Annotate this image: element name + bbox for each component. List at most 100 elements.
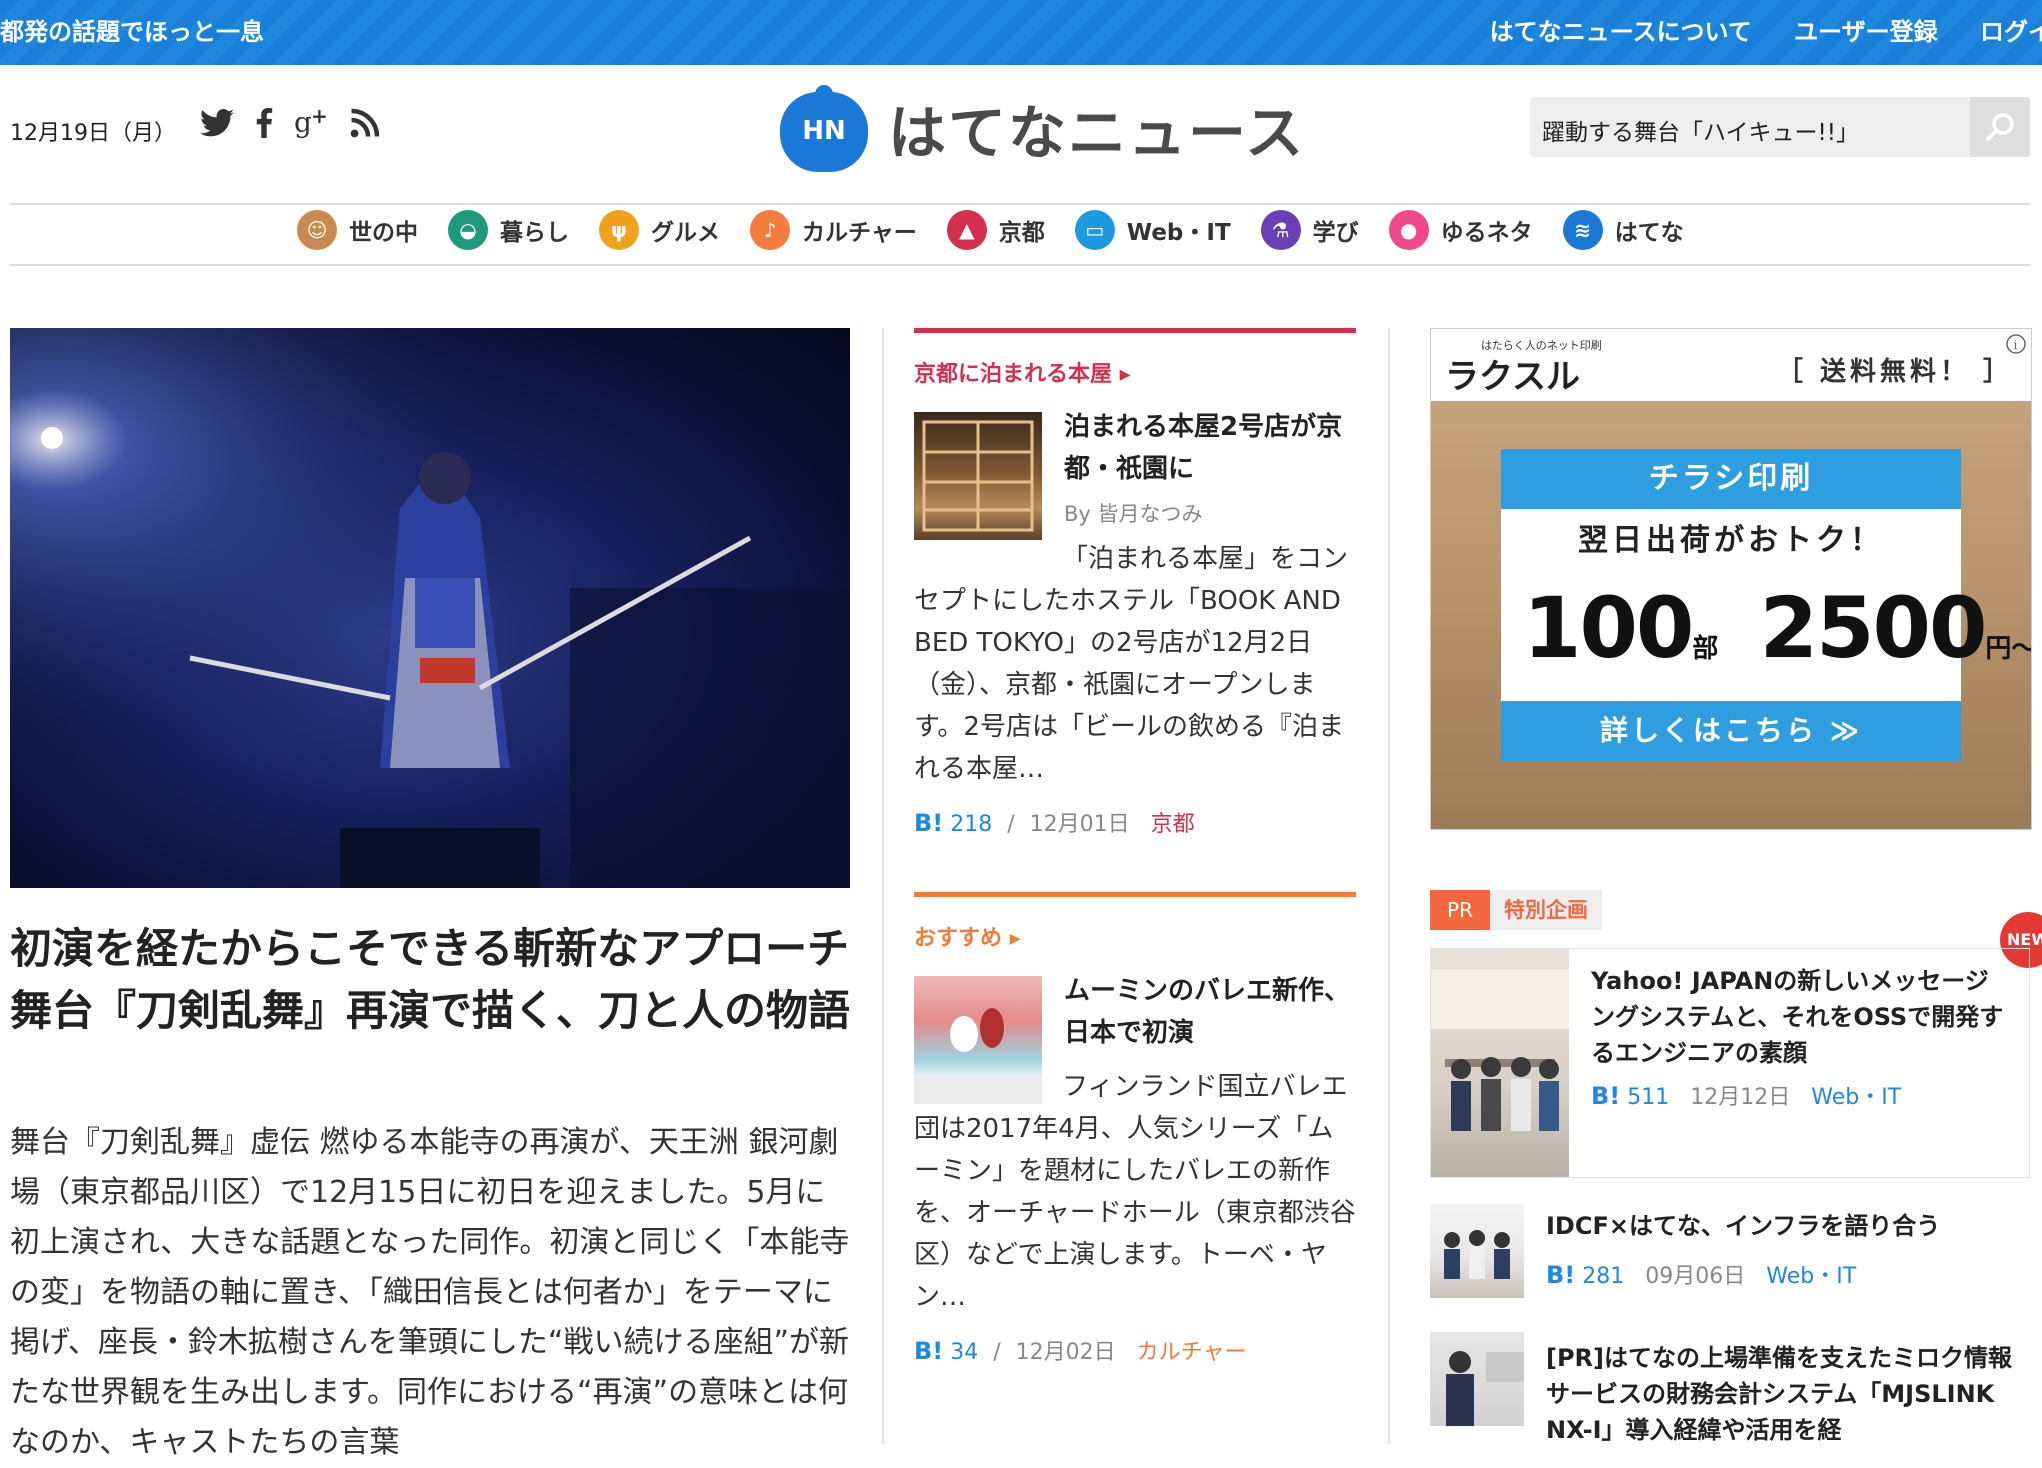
- hatena-icon: ≋: [1562, 210, 1603, 250]
- search-icon: [1986, 113, 2014, 141]
- stage-illustration: [10, 328, 850, 888]
- bookmark-count[interactable]: 34: [950, 1340, 978, 1365]
- header-divider: [10, 203, 2030, 205]
- site-tagline: 都発の話題でほっと一息: [0, 18, 264, 46]
- pr-item-title[interactable]: [PR]はてなの上場準備を支えたミロク情報サービスの財務会計システム「MJSLI…: [1546, 1340, 2026, 1448]
- ad-brand-logo: ラクスル: [1445, 357, 1580, 397]
- lead-article-image[interactable]: [10, 328, 850, 888]
- people-icon: ☺: [297, 210, 337, 250]
- logo-wordmark: はてなニュース: [888, 99, 1306, 167]
- category-nav: ☺ 世の中 ◒ 暮らし ψ グルメ ♪ カルチャー ▲ 京都 ▭ Web・IT …: [297, 210, 1714, 250]
- nav-item-hatena[interactable]: ≋ はてな: [1562, 210, 1684, 250]
- rss-icon[interactable]: [350, 108, 380, 138]
- article-date: 12月01日: [1029, 812, 1130, 837]
- nav-item-yuruneta[interactable]: ● ゆるネタ: [1388, 210, 1533, 250]
- current-date: 12月19日（月）: [10, 121, 176, 146]
- cutlery-icon: ψ: [599, 210, 639, 250]
- nav-item-society[interactable]: ☺ 世の中: [297, 210, 418, 250]
- cat-icon: ●: [1388, 210, 1429, 250]
- twitter-icon[interactable]: [200, 108, 234, 138]
- ad-price: 100部 2500円～［税抜］: [1523, 579, 2031, 677]
- logo-badge-icon: HN: [778, 82, 870, 174]
- team-photo-illustration: [1431, 969, 1569, 1131]
- ad-subheadline: 翌日出荷がおトク！: [1578, 523, 1884, 558]
- article-title[interactable]: ムーミンのバレエ新作、日本で初演: [1064, 970, 1356, 1054]
- column-divider: [1388, 328, 1390, 1444]
- featured-pr-meta: B! 511 12月12日 Web・IT: [1591, 1079, 1901, 1111]
- article-category[interactable]: Web・IT: [1811, 1085, 1901, 1110]
- featured-pr-title[interactable]: Yahoo! JAPANの新しいメッセージングシステムと、それをOSSで開発する…: [1591, 963, 2011, 1071]
- special-feature-label[interactable]: 特別企画: [1490, 890, 1602, 930]
- pr-item-title[interactable]: IDCF×はてな、インフラを語り合う: [1546, 1208, 2026, 1244]
- ad-quantity-unit: 部: [1692, 634, 1719, 664]
- ad-free-shipping: ［ 送料無料！ ］: [1776, 357, 2013, 387]
- article-title[interactable]: 泊まれる本屋2号店が京都・祇園に: [1064, 406, 1356, 490]
- search-input[interactable]: 躍動する舞台「ハイキュー!!」: [1542, 113, 1859, 147]
- pot-icon: ◒: [448, 210, 488, 250]
- nav-label: グルメ: [651, 220, 720, 246]
- article-meta: B! 34 / 12月02日 カルチャー: [914, 1334, 1246, 1366]
- pr-item-image[interactable]: [1430, 1204, 1524, 1298]
- social-links: g +: [200, 108, 380, 138]
- monitor-icon: ▭: [1074, 210, 1115, 250]
- nav-item-living[interactable]: ◒ 暮らし: [448, 210, 569, 250]
- login-link[interactable]: ログイ: [1980, 18, 2042, 46]
- article-category[interactable]: カルチャー: [1137, 1340, 1247, 1365]
- pr-tag: PR: [1430, 890, 1490, 930]
- facebook-icon[interactable]: [254, 108, 274, 138]
- site-logo[interactable]: HN はてなニュース: [778, 82, 1305, 174]
- bookshelf-illustration: [922, 420, 1034, 532]
- pr-item-meta: B! 281 09月06日 Web・IT: [1546, 1258, 1856, 1290]
- bookmark-count[interactable]: 218: [950, 812, 992, 837]
- nav-label: ゆるネタ: [1440, 220, 1533, 246]
- nav-label: カルチャー: [802, 220, 917, 246]
- logo-badge-text: HN: [802, 116, 846, 146]
- nav-item-kyoto[interactable]: ▲ 京都: [946, 210, 1045, 250]
- nav-item-culture[interactable]: ♪ カルチャー: [750, 210, 917, 250]
- nav-label: 暮らし: [500, 220, 569, 246]
- register-link[interactable]: ユーザー登録: [1794, 18, 1938, 46]
- article-date: 12月12日: [1690, 1085, 1791, 1110]
- nav-label: 京都: [998, 220, 1045, 246]
- article-date: 12月02日: [1015, 1340, 1116, 1365]
- section-rule: [914, 328, 1356, 333]
- article-meta: B! 218 / 12月01日 京都: [914, 806, 1195, 838]
- search-button[interactable]: [1970, 97, 2030, 157]
- google-plus-icon[interactable]: g +: [294, 108, 330, 138]
- nav-item-gourmet[interactable]: ψ グルメ: [599, 210, 720, 250]
- ad-cta-button[interactable]: 詳しくはこちら ≫: [1501, 701, 1961, 761]
- search-box[interactable]: 躍動する舞台「ハイキュー!!」: [1530, 97, 2030, 157]
- ad-info-icon[interactable]: i: [2005, 333, 2027, 355]
- top-links: はてなニュースについて ユーザー登録 ログイ: [1456, 12, 2042, 47]
- section-heading-kyoto[interactable]: 京都に泊まれる本屋 ▸: [914, 356, 1131, 388]
- article-date: 09月06日: [1645, 1264, 1746, 1289]
- svg-text:+: +: [311, 108, 328, 128]
- pr-section-header: PR 特別企画: [1430, 890, 1602, 930]
- bookmark-icon[interactable]: B!: [914, 809, 943, 837]
- featured-pr-card[interactable]: Yahoo! JAPANの新しいメッセージングシステムと、それをOSSで開発する…: [1430, 948, 2030, 1178]
- section-heading-recommended[interactable]: おすすめ ▸: [914, 920, 1021, 952]
- pr-item-image[interactable]: [1430, 1332, 1524, 1426]
- advertisement-banner[interactable]: はたらく人のネット印刷 ラクスル ［ 送料無料！ ］ i チラシ印刷 翌日出荷が…: [1430, 328, 2032, 830]
- bookmark-count[interactable]: 281: [1582, 1264, 1624, 1289]
- article-category[interactable]: Web・IT: [1766, 1264, 1856, 1289]
- nav-item-learning[interactable]: ⚗ 学び: [1260, 210, 1359, 250]
- article-thumbnail[interactable]: [914, 412, 1042, 540]
- nav-label: 学び: [1312, 220, 1359, 246]
- section-rule: [914, 892, 1356, 897]
- featured-pr-image[interactable]: [1431, 949, 1569, 1177]
- about-link[interactable]: はてなニュースについて: [1490, 18, 1752, 46]
- bookmark-count[interactable]: 511: [1627, 1085, 1669, 1110]
- top-bar: 都発の話題でほっと一息 はてなニュースについて ユーザー登録 ログイ: [0, 0, 2042, 65]
- lead-article-title[interactable]: 初演を経たからこそできる斬新なアプローチ 舞台『刀剣乱舞』再演で描く、刀と人の物…: [10, 918, 891, 1042]
- bookmark-icon[interactable]: B!: [1591, 1082, 1620, 1110]
- meta-separator: /: [993, 1340, 1001, 1365]
- article-category[interactable]: 京都: [1151, 812, 1195, 837]
- nav-item-web-it[interactable]: ▭ Web・IT: [1074, 210, 1231, 250]
- meta-separator: /: [1007, 812, 1015, 837]
- article-excerpt: 「泊まれる本屋」をコンセプトにしたホステル「BOOK AND BED TOKYO…: [914, 544, 1349, 784]
- bookmark-icon[interactable]: B!: [914, 1337, 943, 1365]
- bookmark-icon[interactable]: B!: [1546, 1261, 1575, 1289]
- group-photo-illustration: [1444, 1230, 1510, 1279]
- svg-text:g: g: [294, 108, 312, 138]
